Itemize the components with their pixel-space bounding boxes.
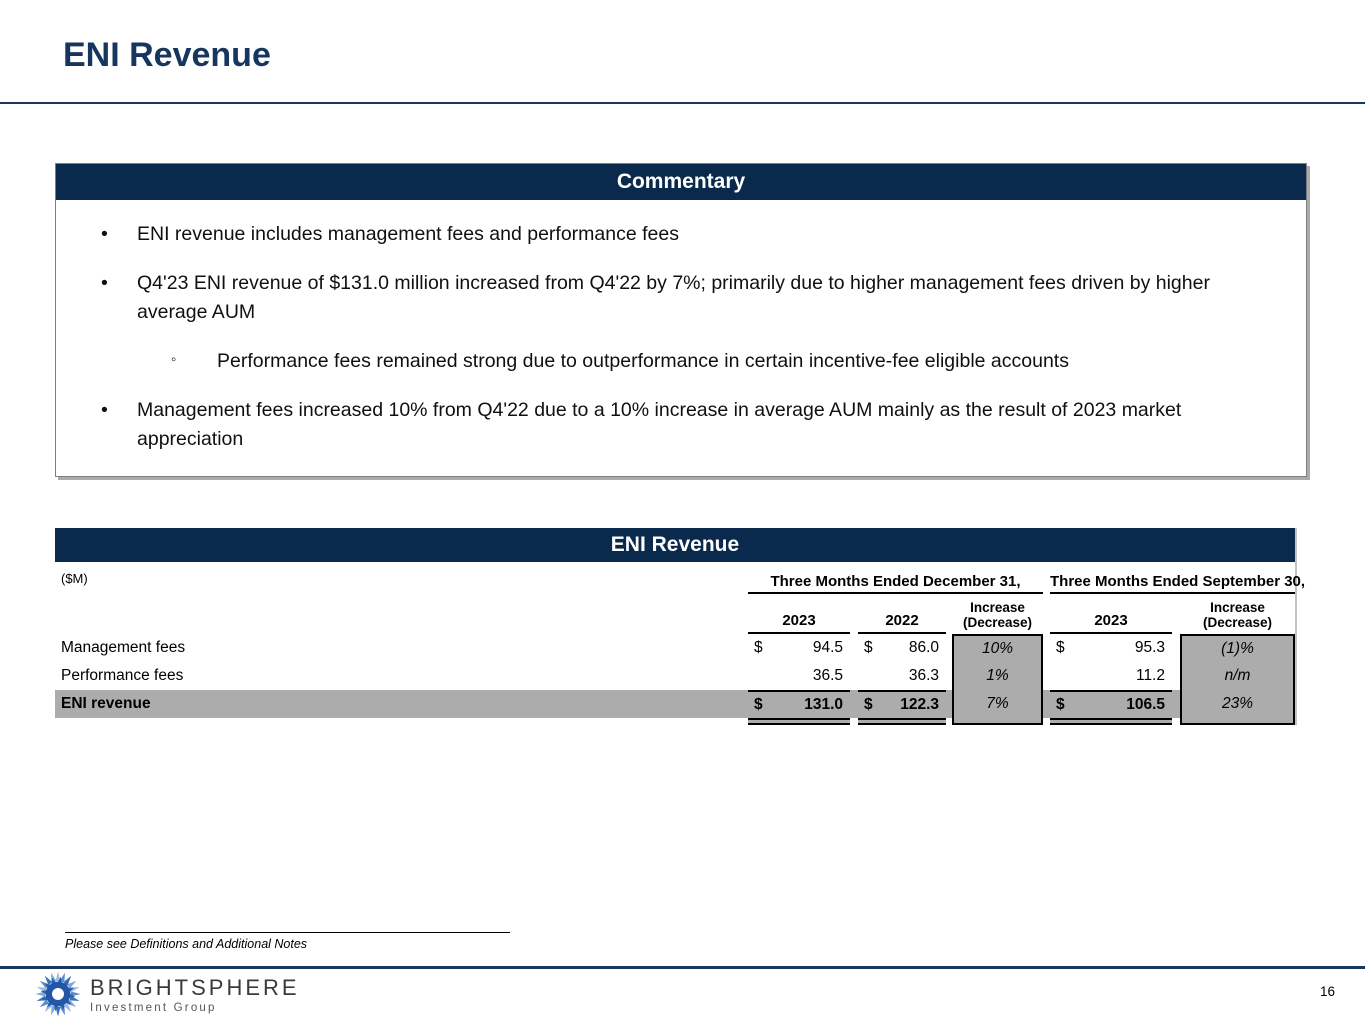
currency-symbol: $ [864, 639, 873, 656]
double-underline [748, 718, 850, 725]
decrease-label: (Decrease) [1202, 615, 1273, 631]
bullet-text: Performance fees remained strong due to … [217, 349, 1069, 372]
slide: ENI Revenue Commentary • ENI revenue inc… [0, 0, 1365, 1024]
bullet-icon: • [101, 223, 108, 245]
logo-text-block: BRIGHTSPHERE Investment Group [90, 975, 300, 1014]
sub-bullet-item: ◦ Performance fees remained strong due t… [101, 347, 1266, 377]
bullet-item: • ENI revenue includes management fees a… [101, 220, 1266, 250]
double-underline [1050, 718, 1172, 725]
bullet-item: • Q4'23 ENI revenue of $131.0 million in… [101, 269, 1266, 328]
commentary-body: • ENI revenue includes management fees a… [56, 200, 1306, 455]
cell-sep23: 11.2 [1050, 662, 1172, 690]
col-header-dec-2022: 2022 [858, 612, 946, 634]
brightsphere-starburst-icon [35, 971, 81, 1017]
table-row-eni-revenue-total: ENI revenue $ 131.0 $ 122.3 7% $ 106.5 2… [55, 690, 1295, 718]
cell-value: 106.5 [1126, 696, 1165, 713]
cell-increase-dec: 10% [952, 634, 1043, 662]
cell-increase-sep: n/m [1180, 662, 1295, 690]
group-header-september: Three Months Ended September 30, [1050, 573, 1305, 594]
brightsphere-logo: BRIGHTSPHERE Investment Group [35, 971, 300, 1017]
increase-box-bottom [1180, 718, 1295, 725]
cell-dec23: 36.5 [748, 662, 850, 690]
cell-value: 86.0 [908, 639, 939, 656]
cell-increase-dec: 7% [952, 690, 1043, 718]
footnote-text: Please see Definitions and Additional No… [65, 937, 308, 951]
commentary-box: Commentary • ENI revenue includes manage… [55, 163, 1307, 477]
increase-box-bottom [952, 718, 1043, 725]
logo-subtitle: Investment Group [90, 1001, 217, 1014]
currency-symbol: $ [1056, 639, 1065, 656]
cell-dec23: $ 94.5 [748, 634, 850, 662]
currency-symbol: $ [1056, 696, 1065, 713]
cell-increase-dec: 1% [952, 662, 1043, 690]
decrease-label: (Decrease) [962, 615, 1033, 631]
currency-symbol: $ [754, 639, 763, 656]
row-label: ENI revenue [61, 695, 151, 712]
cell-value: 36.5 [812, 667, 843, 684]
sub-bullet-icon: ◦ [171, 350, 177, 368]
commentary-header: Commentary [56, 164, 1306, 200]
cell-dec22: $ 122.3 [858, 690, 946, 718]
bullet-text: Q4'23 ENI revenue of $131.0 million incr… [137, 271, 1210, 324]
row-label: Management fees [61, 639, 186, 656]
col-header-increase-sep: Increase (Decrease) [1180, 600, 1295, 634]
cell-dec22: 36.3 [858, 662, 946, 690]
footer-divider [0, 966, 1365, 969]
table-row-performance-fees: Performance fees 36.5 36.3 1% 11.2 n/m [55, 662, 1295, 690]
cell-value: 131.0 [804, 696, 843, 713]
row-label: Performance fees [61, 667, 184, 684]
cell-sep23: $ 106.5 [1050, 690, 1172, 718]
cell-increase-sep: 23% [1180, 690, 1295, 718]
bullet-text: ENI revenue includes management fees and… [137, 223, 679, 245]
cell-sep23: $ 95.3 [1050, 634, 1172, 662]
currency-symbol: $ [754, 696, 763, 713]
col-header-dec-2023: 2023 [748, 612, 850, 634]
bullet-icon: • [101, 271, 108, 294]
page-number: 16 [1319, 984, 1335, 999]
col-header-sep-2023: 2023 [1050, 612, 1172, 634]
col-header-increase-dec: Increase (Decrease) [952, 600, 1043, 634]
page-title: ENI Revenue [63, 36, 271, 74]
bullet-text: Management fees increased 10% from Q4'22… [137, 398, 1182, 451]
title-divider [0, 102, 1365, 104]
group-header-december: Three Months Ended December 31, [748, 573, 1043, 594]
cell-value: 11.2 [1135, 667, 1165, 684]
units-label: ($M) [61, 570, 88, 586]
table-total-underline-row [55, 718, 1295, 725]
table-title: ENI Revenue [55, 528, 1295, 562]
cell-value: 36.3 [908, 667, 939, 684]
table-column-header-row: 2023 2022 Increase (Decrease) 2023 Incre… [55, 594, 1295, 634]
table-group-header-row: ($M) Three Months Ended December 31, Thr… [55, 562, 1305, 594]
eni-revenue-table: ENI Revenue ($M) Three Months Ended Dece… [55, 528, 1305, 725]
logo-center-hole [52, 988, 64, 1000]
cell-value: 94.5 [812, 639, 843, 656]
table-row-management-fees: Management fees $ 94.5 $ 86.0 10% $ 95.3… [55, 634, 1295, 662]
currency-symbol: $ [864, 696, 873, 713]
double-underline [858, 718, 946, 725]
increase-label: Increase [1210, 599, 1265, 615]
bullet-item: • Management fees increased 10% from Q4'… [101, 396, 1266, 455]
cell-value: 95.3 [1134, 639, 1165, 656]
cell-value: 122.3 [900, 696, 939, 713]
cell-dec23: $ 131.0 [748, 690, 850, 718]
cell-dec22: $ 86.0 [858, 634, 946, 662]
cell-increase-sep: (1)% [1180, 634, 1295, 662]
footnote-divider [65, 932, 510, 933]
bullet-icon: • [101, 398, 108, 421]
increase-label: Increase [970, 599, 1025, 615]
logo-title: BRIGHTSPHERE [90, 974, 300, 1000]
